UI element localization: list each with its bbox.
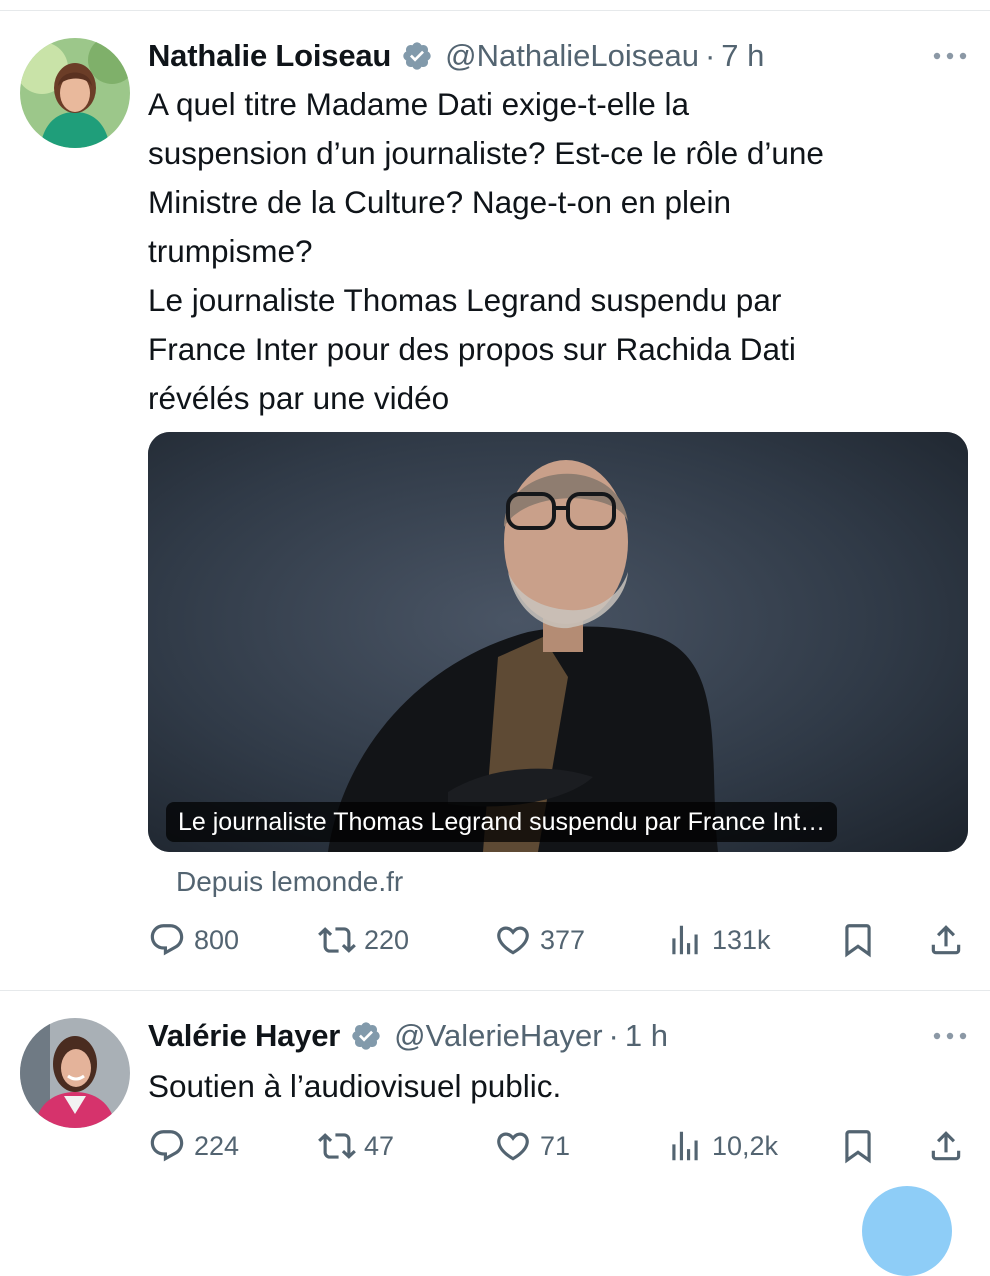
reply-icon [150, 924, 184, 956]
verified-badge-icon [350, 1020, 382, 1052]
views-chart-icon [672, 925, 698, 955]
reply-count: 800 [194, 924, 240, 955]
separator-dot: · [704, 38, 716, 73]
views-count: 10,2k [712, 1130, 779, 1161]
reply-button[interactable]: 224 [148, 1124, 239, 1168]
link-card[interactable]: Le journaliste Thomas Legrand suspendu p… [148, 432, 968, 852]
tweet-header: Valérie Hayer @ValerieHayer · 1 h [148, 1014, 920, 1058]
more-horizontal-icon[interactable] [932, 44, 968, 68]
author-handle[interactable]: @NathalieLoiseau [445, 38, 699, 74]
card-caption: Le journaliste Thomas Legrand suspendu p… [166, 802, 838, 842]
card-source[interactable]: Depuis lemonde.fr [176, 862, 403, 902]
like-button[interactable]: 377 [494, 918, 585, 962]
tweet-valerie-hayer[interactable]: Valérie Hayer @ValerieHayer · 1 h Soutie… [0, 991, 990, 1200]
views-button[interactable]: 131k [666, 918, 771, 962]
share-button[interactable] [924, 918, 968, 962]
like-button[interactable]: 71 [494, 1124, 570, 1168]
card-photo [148, 432, 968, 852]
reply-button[interactable]: 800 [148, 918, 239, 962]
like-count: 71 [540, 1130, 571, 1161]
like-count: 377 [540, 924, 586, 955]
tweet-text: Soutien à l’audiovisuel public. [148, 1068, 562, 1104]
repost-icon [318, 1133, 356, 1159]
share-icon [931, 1131, 961, 1161]
heart-icon [497, 926, 529, 955]
author-name[interactable]: Valérie Hayer [148, 1018, 340, 1054]
timestamp[interactable]: 1 h [625, 1018, 668, 1054]
views-count: 131k [712, 924, 771, 955]
bookmark-icon [845, 1130, 871, 1164]
timestamp[interactable]: 7 h [721, 38, 764, 74]
tweet-text: A quel titre Madame Dati exige-t-elle la… [148, 86, 824, 416]
tweet-header: Nathalie Loiseau @NathalieLoiseau · 7 h [148, 34, 920, 78]
avatar[interactable] [20, 1018, 130, 1128]
reply-icon [150, 1130, 184, 1162]
repost-button[interactable]: 47 [318, 1124, 394, 1168]
bookmark-button[interactable] [836, 1124, 880, 1168]
repost-button[interactable]: 220 [318, 918, 409, 962]
verified-badge-icon [401, 40, 433, 72]
tweet-actions: 800 220 377 131k [148, 918, 968, 962]
tweet-actions: 224 47 71 10,2k [148, 1124, 968, 1168]
bookmark-button[interactable] [836, 918, 880, 962]
author-name[interactable]: Nathalie Loiseau [148, 38, 391, 74]
views-chart-icon [672, 1131, 698, 1161]
tweet-nathalie-loiseau[interactable]: Nathalie Loiseau @NathalieLoiseau · 7 h … [0, 0, 990, 990]
repost-count: 47 [364, 1130, 395, 1161]
repost-count: 220 [364, 924, 410, 955]
avatar[interactable] [20, 38, 130, 148]
heart-icon [497, 1132, 529, 1161]
repost-icon [318, 927, 356, 953]
separator-dot: · [608, 1018, 619, 1053]
share-button[interactable] [924, 1124, 968, 1168]
more-horizontal-icon[interactable] [932, 1024, 968, 1048]
author-handle[interactable]: @ValerieHayer [394, 1018, 602, 1054]
reply-count: 224 [194, 1130, 240, 1161]
share-icon [931, 925, 961, 955]
views-button[interactable]: 10,2k [666, 1124, 778, 1168]
bookmark-icon [845, 924, 871, 958]
